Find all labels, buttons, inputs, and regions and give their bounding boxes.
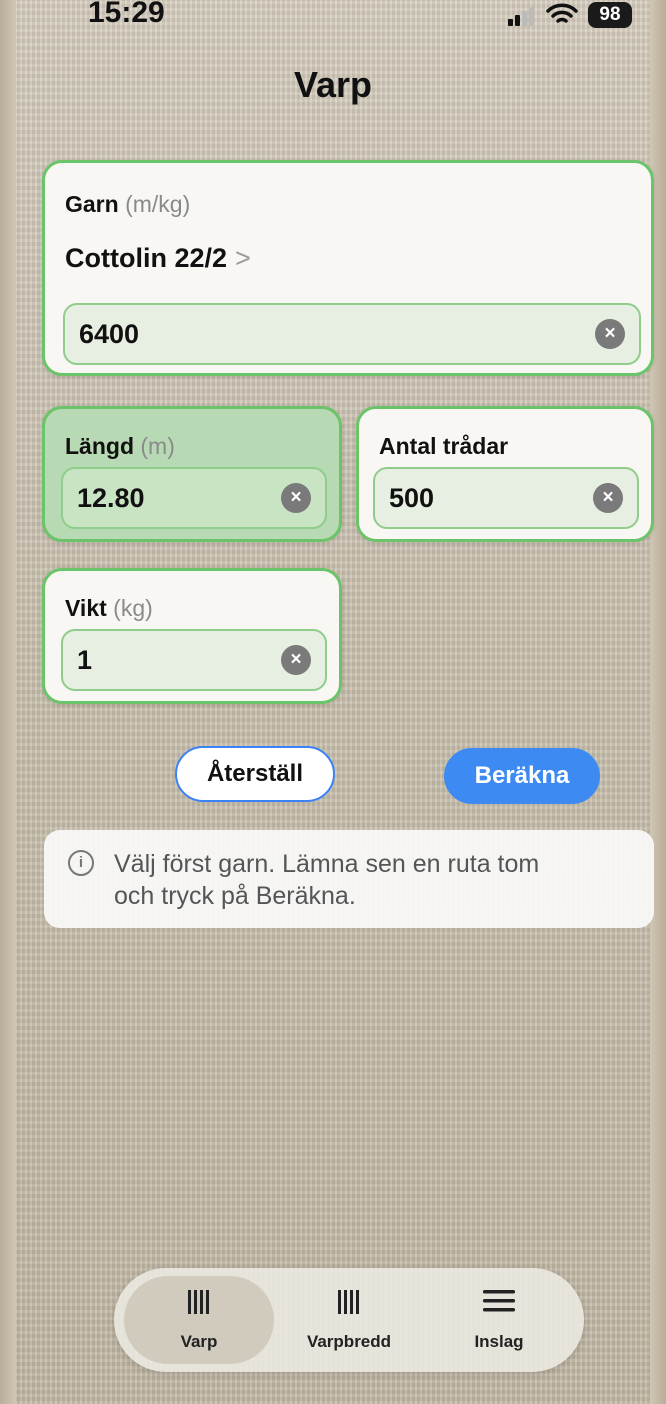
length-input[interactable]: 12.80 × bbox=[61, 467, 327, 529]
yarn-card: Garn (m/kg) Cottolin 22/2 > 6400 × bbox=[42, 160, 654, 376]
tab-bar: Varp Varpbredd Inslag bbox=[114, 1268, 584, 1372]
tab-inslag[interactable]: Inslag bbox=[424, 1276, 574, 1364]
clear-icon[interactable]: × bbox=[593, 483, 623, 513]
info-text-line2: och tryck på Beräkna. bbox=[114, 882, 356, 910]
length-value: 12.80 bbox=[77, 483, 145, 513]
threads-input[interactable]: 500 × bbox=[373, 467, 639, 529]
warp-width-icon bbox=[338, 1290, 359, 1314]
threads-value: 500 bbox=[389, 483, 435, 513]
clear-icon[interactable]: × bbox=[281, 645, 311, 675]
status-bar: 15:29 98 bbox=[0, 0, 666, 44]
info-icon: i bbox=[68, 850, 94, 876]
chevron-right-icon: > bbox=[235, 243, 251, 273]
wifi-icon bbox=[546, 3, 578, 23]
cellular-signal-icon bbox=[508, 7, 534, 26]
yarn-meters-per-kg-input[interactable]: 6400 × bbox=[63, 303, 641, 365]
battery-icon: 98 bbox=[588, 2, 632, 28]
info-box: i Välj först garn. Lämna sen en ruta tom… bbox=[44, 830, 654, 928]
status-time: 15:29 bbox=[88, 0, 165, 29]
weight-input[interactable]: 1 × bbox=[61, 629, 327, 691]
page-title: Varp bbox=[293, 64, 373, 105]
yarn-meters-per-kg-value: 6400 bbox=[79, 319, 140, 349]
calculate-button[interactable]: Beräkna bbox=[444, 748, 600, 804]
warp-icon bbox=[188, 1290, 209, 1314]
tab-varpbredd-label: Varpbredd bbox=[306, 1332, 392, 1351]
yarn-unit: (m/kg) bbox=[125, 191, 191, 217]
threads-card: Antal trådar 500 × bbox=[356, 406, 654, 542]
yarn-label: Garn (m/kg) bbox=[65, 191, 191, 217]
weight-value: 1 bbox=[77, 645, 93, 675]
weight-label: Vikt (kg) bbox=[65, 595, 153, 621]
weight-card: Vikt (kg) 1 × bbox=[42, 568, 342, 704]
length-card: Längd (m) 12.80 × bbox=[42, 406, 342, 542]
weft-icon bbox=[483, 1290, 515, 1312]
left-edge bbox=[0, 0, 16, 1404]
threads-label: Antal trådar bbox=[379, 433, 509, 459]
length-unit: (m) bbox=[140, 433, 175, 459]
reset-button[interactable]: Återställ bbox=[175, 746, 335, 802]
weight-unit: (kg) bbox=[113, 595, 153, 621]
length-label: Längd (m) bbox=[65, 433, 175, 459]
clear-icon[interactable]: × bbox=[595, 319, 625, 349]
yarn-selector[interactable]: Cottolin 22/2 > bbox=[65, 243, 251, 274]
tab-varpbredd[interactable]: Varpbredd bbox=[274, 1276, 424, 1364]
tab-inslag-label: Inslag bbox=[474, 1332, 524, 1351]
clear-icon[interactable]: × bbox=[281, 483, 311, 513]
yarn-name: Cottolin 22/2 bbox=[65, 243, 228, 273]
info-text-line1: Välj först garn. Lämna sen en ruta tom bbox=[114, 850, 540, 878]
tab-varp[interactable]: Varp bbox=[124, 1276, 274, 1364]
tab-varp-label: Varp bbox=[180, 1332, 218, 1351]
